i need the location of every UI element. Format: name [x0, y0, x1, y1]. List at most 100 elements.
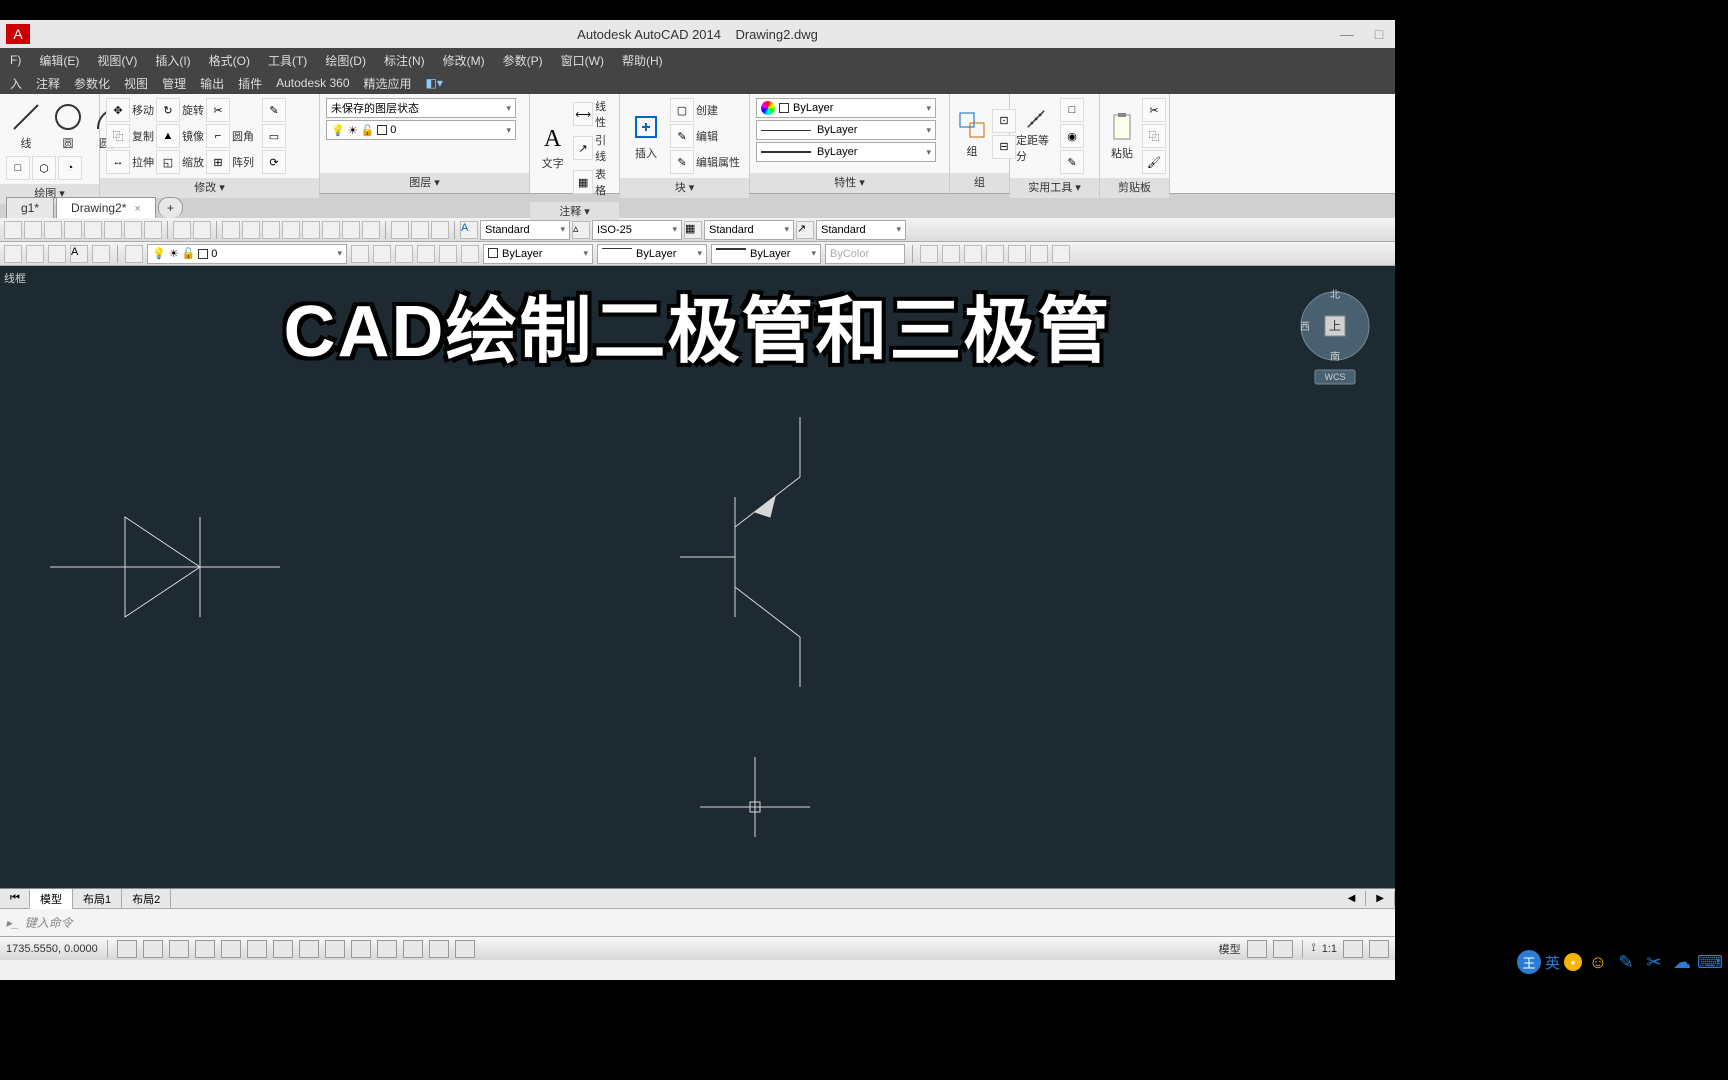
qt-zoomw[interactable]: [282, 221, 300, 239]
qt-1[interactable]: [4, 221, 22, 239]
panel-group-title[interactable]: 组: [950, 173, 1009, 193]
match-button[interactable]: 🖌: [1142, 150, 1166, 174]
menu-help[interactable]: 帮助(H): [622, 52, 663, 69]
draw-extra2-button[interactable]: ⬡: [32, 156, 56, 180]
rotate-button[interactable]: ↻: [156, 98, 180, 122]
command-line[interactable]: ▸_ 键入命令: [0, 908, 1395, 936]
qt2-w6[interactable]: [1030, 245, 1048, 263]
viewcube[interactable]: 上 北 南 西 WCS: [1295, 286, 1375, 386]
qt2-layers4[interactable]: A: [70, 245, 88, 263]
ime-pencil-icon[interactable]: ✎: [1614, 950, 1638, 974]
layer-state-dropdown[interactable]: 未保存的图层状态: [326, 98, 516, 118]
ime-logo[interactable]: 王: [1517, 950, 1541, 974]
copy-button[interactable]: ⿻: [106, 124, 130, 148]
menu-window[interactable]: 窗口(W): [561, 52, 604, 69]
layer-dropdown-tb[interactable]: 💡☀🔓0: [147, 244, 347, 264]
qt-2[interactable]: [24, 221, 42, 239]
table-style-dropdown[interactable]: Standard: [704, 220, 794, 240]
qt2-lp4[interactable]: [417, 245, 435, 263]
group-button[interactable]: 组: [956, 106, 988, 162]
grid-toggle[interactable]: [143, 940, 163, 958]
otrack-toggle[interactable]: [273, 940, 293, 958]
ribbon-tab-360[interactable]: Autodesk 360: [276, 76, 349, 90]
sb-1[interactable]: [1247, 940, 1267, 958]
insert-block-button[interactable]: 插入: [626, 108, 666, 164]
qt-text-style[interactable]: A: [460, 221, 478, 239]
circle-button[interactable]: 圆: [48, 98, 88, 154]
text-button[interactable]: A文字: [536, 120, 569, 176]
draw-extra1-button[interactable]: □: [6, 156, 30, 180]
array-button[interactable]: ⊞: [206, 150, 230, 174]
ducs-toggle[interactable]: [299, 940, 319, 958]
polar-toggle[interactable]: [195, 940, 215, 958]
layout-2[interactable]: 布局2: [122, 889, 171, 909]
text-style-dropdown[interactable]: Standard: [480, 220, 570, 240]
qt2-layers3[interactable]: [48, 245, 66, 263]
qt2-w2[interactable]: [942, 245, 960, 263]
modify-e2[interactable]: ▭: [262, 124, 286, 148]
scroll-right[interactable]: ▶: [1366, 891, 1395, 906]
qt2-layers2[interactable]: [26, 245, 44, 263]
qt-dc[interactable]: [322, 221, 340, 239]
minimize-icon[interactable]: —: [1337, 24, 1357, 44]
qt2-lp5[interactable]: [439, 245, 457, 263]
mirror-button[interactable]: ▲: [156, 124, 180, 148]
util-e1[interactable]: □: [1060, 98, 1084, 122]
qt-ext1[interactable]: [391, 221, 409, 239]
model-space-label[interactable]: 模型: [1219, 941, 1241, 957]
doc-tab-2[interactable]: Drawing2*×: [56, 197, 156, 218]
qp-toggle[interactable]: [403, 940, 423, 958]
sb-3[interactable]: [1343, 940, 1363, 958]
qt2-layers[interactable]: [4, 245, 22, 263]
modify-e1[interactable]: ✎: [262, 98, 286, 122]
ribbon-tab-parametric[interactable]: 参数化: [74, 75, 110, 92]
paste-button[interactable]: 粘贴: [1106, 108, 1138, 164]
qt-8[interactable]: [144, 221, 162, 239]
edit-attr-button[interactable]: ✎: [670, 150, 694, 174]
ime-scissors-icon[interactable]: ✂: [1642, 950, 1666, 974]
menu-param[interactable]: 参数(P): [503, 52, 543, 69]
panel-properties-title[interactable]: 特性 ▾: [750, 173, 949, 193]
qt-table-style[interactable]: ▦: [684, 221, 702, 239]
layer-current-dropdown[interactable]: 💡☀🔓0: [326, 120, 516, 140]
new-tab-button[interactable]: +: [158, 197, 183, 218]
maximize-icon[interactable]: □: [1369, 24, 1389, 44]
qt-ext3[interactable]: [431, 221, 449, 239]
snap-toggle[interactable]: [117, 940, 137, 958]
qt2-lp6[interactable]: [461, 245, 479, 263]
doc-tab-1[interactable]: g1*: [6, 197, 54, 218]
menu-draw[interactable]: 绘图(D): [325, 52, 366, 69]
scale-button[interactable]: ◱: [156, 150, 180, 174]
ribbon-tab-extra-icon[interactable]: ◧▾: [426, 76, 443, 90]
panel-clipboard-title[interactable]: 剪贴板: [1100, 178, 1169, 198]
ribbon-tab-insert-partial[interactable]: 入: [10, 75, 22, 92]
trim-button[interactable]: ✂: [206, 98, 230, 122]
qt2-lp1[interactable]: [351, 245, 369, 263]
menu-edit[interactable]: 编辑(E): [39, 52, 79, 69]
app-icon[interactable]: A: [6, 24, 30, 44]
menu-tools[interactable]: 工具(T): [268, 52, 307, 69]
qt-ext2[interactable]: [411, 221, 429, 239]
util-e3[interactable]: ✎: [1060, 150, 1084, 174]
layout-nav-first[interactable]: ⏮: [0, 890, 30, 907]
osnap-toggle[interactable]: [221, 940, 241, 958]
menu-view[interactable]: 视图(V): [97, 52, 137, 69]
menu-modify[interactable]: 修改(M): [443, 52, 485, 69]
linetype-dropdown[interactable]: ByLayer: [756, 120, 936, 140]
qt2-lp3[interactable]: [395, 245, 413, 263]
linetype-dropdown-tb[interactable]: ByLayer: [597, 244, 707, 264]
tpy-toggle[interactable]: [377, 940, 397, 958]
qt-ssm[interactable]: [362, 221, 380, 239]
ime-cloud-icon[interactable]: ☁: [1670, 950, 1694, 974]
cut-button[interactable]: ✂: [1142, 98, 1166, 122]
menu-file[interactable]: F): [10, 53, 21, 67]
qt-pan[interactable]: [222, 221, 240, 239]
qt-5[interactable]: [84, 221, 102, 239]
qt-3[interactable]: [44, 221, 62, 239]
line-button[interactable]: 线: [6, 98, 46, 154]
close-tab-icon[interactable]: ×: [134, 203, 140, 215]
layout-model[interactable]: 模型: [30, 889, 73, 909]
create-block-button[interactable]: ▢: [670, 98, 694, 122]
qt-redo[interactable]: [193, 221, 211, 239]
qt-zoome[interactable]: [262, 221, 280, 239]
